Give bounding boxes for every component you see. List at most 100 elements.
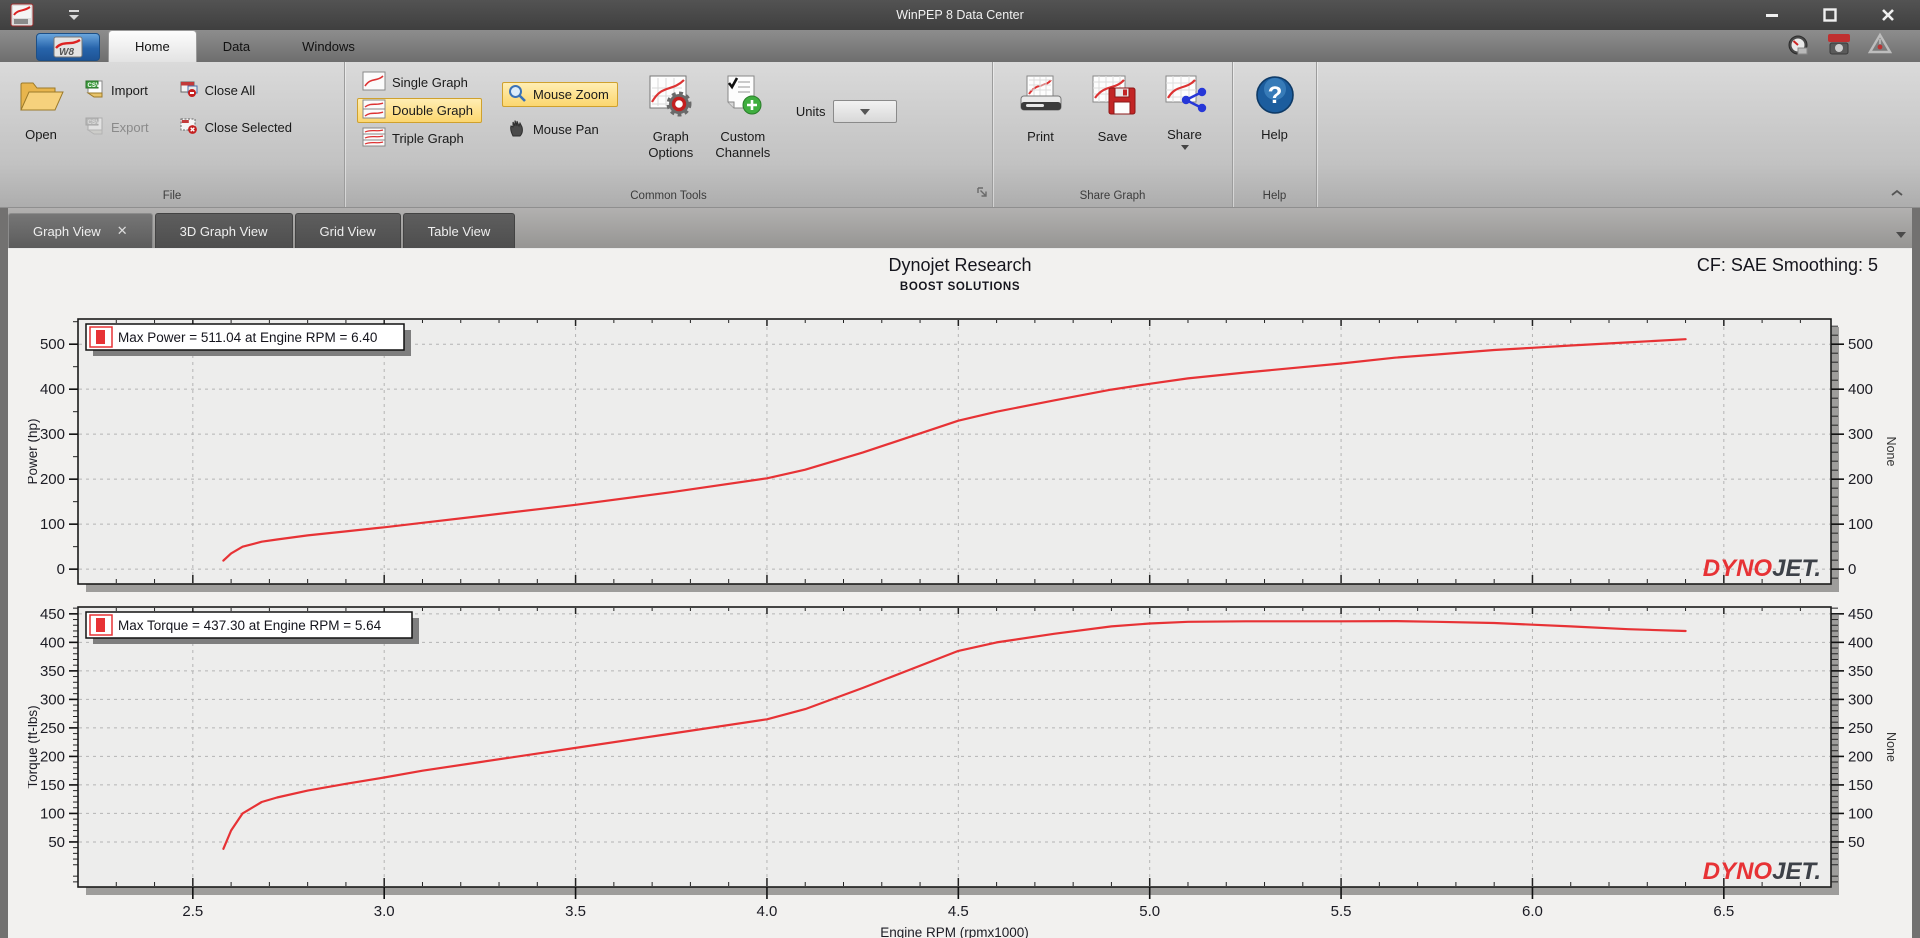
close-all-label: Close All	[204, 83, 256, 98]
document-tab-strip: Graph View ✕ 3D Graph View Grid View Tab…	[8, 208, 1912, 248]
single-graph-button[interactable]: Single Graph	[357, 70, 482, 95]
y-tick-label-right: 400	[1848, 634, 1873, 651]
x-tick-label: 3.0	[374, 903, 395, 920]
save-label: Save	[1097, 129, 1128, 144]
legend-swatch	[96, 618, 105, 632]
x-tick-label: 4.5	[948, 903, 969, 920]
svg-text:CSV: CSV	[88, 83, 100, 89]
graph-options-button[interactable]: Graph Options	[638, 66, 704, 170]
help-button[interactable]: ? Help	[1242, 66, 1308, 170]
doc-tab-table-view[interactable]: Table View	[402, 213, 516, 248]
triple-graph-button[interactable]: Triple Graph	[357, 126, 482, 151]
doc-tab-label: Table View	[427, 223, 491, 239]
collapse-ribbon-icon[interactable]	[1890, 185, 1904, 203]
doc-tab-graph-view[interactable]: Graph View ✕	[8, 213, 153, 248]
help-icon: ?	[1254, 74, 1296, 121]
share-button[interactable]: Share	[1152, 66, 1218, 170]
x-tick-label: 5.5	[1331, 903, 1352, 920]
doc-tab-3d-graph-view[interactable]: 3D Graph View	[154, 213, 293, 248]
tab-windows[interactable]: Windows	[276, 30, 381, 62]
graph-panel: Dynojet Research BOOST SOLUTIONS CF: SAE…	[8, 248, 1912, 938]
graph-title: Dynojet Research	[888, 255, 1032, 275]
brand-triangle-icon[interactable]	[1867, 32, 1893, 61]
custom-channels-label-1: Custom	[720, 129, 766, 144]
doc-tab-grid-view[interactable]: Grid View	[294, 213, 401, 248]
single-graph-icon	[362, 71, 386, 94]
units-label: Units	[795, 104, 826, 119]
ribbon: Open CSV Import CSV Export Close All Clo…	[0, 62, 1920, 208]
mouse-pan-label: Mouse Pan	[532, 122, 599, 137]
double-graph-label: Double Graph	[392, 103, 473, 118]
save-button[interactable]: Save	[1080, 66, 1146, 170]
x-tick-label: 3.5	[565, 903, 586, 920]
close-button[interactable]	[1878, 5, 1898, 25]
tab-home[interactable]: Home	[108, 30, 197, 62]
y-tick-label-left: 100	[40, 805, 65, 822]
close-selected-icon	[179, 117, 199, 138]
correction-factor-label: CF: SAE Smoothing: 5	[1696, 255, 1878, 275]
y-tick-label-right: 100	[1848, 805, 1873, 822]
mouse-zoom-label: Mouse Zoom	[532, 87, 609, 102]
mouse-zoom-icon	[507, 83, 527, 106]
tab-overflow-icon[interactable]	[1896, 232, 1906, 238]
plot-background	[77, 318, 1832, 585]
y-tick-label-left: 0	[57, 561, 65, 578]
group-label-share-graph: Share Graph	[1079, 190, 1146, 202]
y-tick-label-left: 250	[40, 720, 65, 737]
close-all-icon	[179, 80, 199, 101]
double-graph-button[interactable]: Double Graph	[357, 98, 482, 123]
dynojet-logo: DYNOJET.	[1703, 555, 1821, 582]
legend-label: Max Power = 511.04 at Engine RPM = 6.40	[118, 330, 377, 345]
close-all-button[interactable]: Close All	[174, 78, 301, 103]
ribbon-group-help: ? Help Help	[1233, 62, 1317, 207]
minimize-button[interactable]	[1762, 5, 1782, 25]
gauge-icon[interactable]	[1786, 32, 1810, 61]
y-tick-label-right: 350	[1848, 663, 1873, 680]
group-label-help: Help	[1262, 190, 1287, 202]
share-icon	[1162, 74, 1208, 121]
close-selected-label: Close Selected	[204, 120, 293, 135]
graph-options-label-2: Options	[648, 145, 694, 160]
x-tick-label: 2.5	[182, 903, 203, 920]
y-tick-label-left: 300	[40, 426, 65, 443]
y-tick-label-left: 400	[40, 634, 65, 651]
export-button[interactable]: CSV Export	[80, 115, 158, 140]
x-tick-label: 4.0	[757, 903, 778, 920]
units-dropdown[interactable]	[833, 100, 898, 123]
application-menu-button[interactable]: W8	[36, 33, 100, 61]
mouse-zoom-button[interactable]: Mouse Zoom	[501, 82, 618, 107]
svg-text:CSV: CSV	[88, 120, 100, 126]
custom-channels-button[interactable]: Custom Channels	[710, 66, 776, 170]
tab-data[interactable]: Data	[197, 30, 276, 62]
share-dropdown-icon	[1180, 145, 1189, 150]
mouse-pan-button[interactable]: Mouse Pan	[502, 117, 618, 142]
open-button[interactable]: Open	[8, 66, 74, 170]
save-icon	[1089, 74, 1137, 123]
open-label: Open	[25, 127, 57, 142]
y-tick-label-left: 500	[40, 336, 65, 353]
single-graph-label: Single Graph	[392, 75, 468, 90]
doc-tab-label: Grid View	[319, 223, 376, 239]
y-tick-label-left: 450	[40, 606, 65, 623]
svg-text:?: ?	[1267, 82, 1282, 109]
y-tick-label-right: 0	[1848, 561, 1856, 578]
import-csv-icon: CSV	[85, 80, 105, 101]
dialog-launcher-icon[interactable]	[976, 185, 988, 203]
import-button[interactable]: CSV Import	[80, 78, 158, 103]
close-tab-icon[interactable]: ✕	[117, 223, 128, 239]
x-tick-label: 6.5	[1713, 903, 1734, 920]
maximize-button[interactable]	[1820, 5, 1840, 25]
double-graph-icon	[362, 99, 386, 122]
power-chart[interactable]: 0 0 100 100 200 200 300 300 400 400 500 500 Power (h…	[28, 306, 1904, 598]
y-tick-label-right: 300	[1848, 691, 1873, 708]
dyno-drum-icon[interactable]	[1826, 31, 1852, 62]
print-icon	[1017, 74, 1065, 123]
window-title: WinPEP 8 Data Center	[896, 8, 1024, 22]
close-selected-button[interactable]: Close Selected	[174, 115, 301, 140]
y-tick-label-right: 500	[1848, 336, 1873, 353]
torque-chart[interactable]: 50 50 100 100 150 150 200 200 250 250 300 300 350 350…	[28, 598, 1904, 938]
document-area: Graph View ✕ 3D Graph View Grid View Tab…	[0, 208, 1920, 938]
print-button[interactable]: Print	[1008, 66, 1074, 170]
export-label: Export	[111, 120, 149, 135]
x-tick-label: 5.0	[1139, 903, 1160, 920]
